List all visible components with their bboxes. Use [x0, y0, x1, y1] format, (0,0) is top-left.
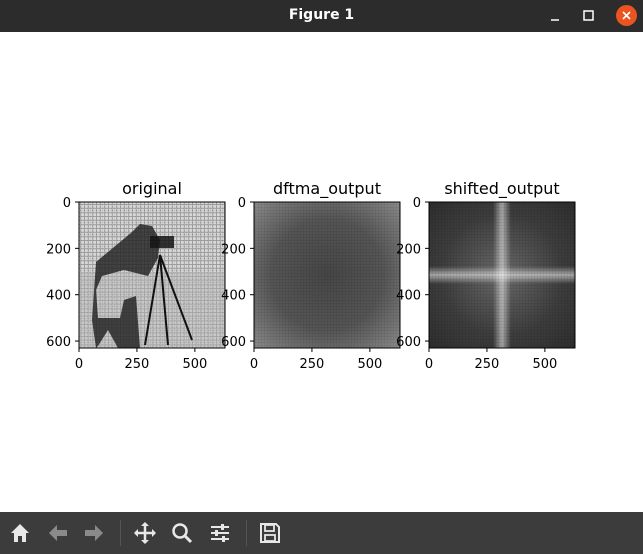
y-tick-label: 400: [396, 289, 421, 304]
forward-button[interactable]: [82, 521, 106, 545]
x-tick-label: 0: [425, 357, 433, 372]
forward-arrow-icon: [85, 525, 103, 541]
minimize-button[interactable]: [546, 6, 566, 26]
home-button[interactable]: [8, 521, 32, 545]
subplot-title-shifted: shifted_output: [444, 179, 559, 199]
y-tick-label: 200: [396, 242, 421, 257]
y-tick-label: 600: [46, 335, 71, 350]
y-tick-label: 0: [413, 196, 421, 211]
subplot-title-dftma: dftma_output: [273, 179, 381, 199]
x-tick-label: 500: [182, 357, 207, 372]
figure-svg: original dftma_output shifted_output 020…: [46, 179, 576, 372]
navigation-toolbar: [0, 512, 643, 554]
x-tick-label: 0: [75, 357, 83, 372]
subplot-shifted-output: shifted_output: [428, 179, 576, 349]
x-tick-label: 0: [250, 357, 258, 372]
x-tick-label: 250: [125, 357, 150, 372]
minimize-icon: [551, 19, 559, 21]
pan-button[interactable]: [133, 521, 157, 545]
close-icon: [622, 11, 631, 20]
figure-canvas[interactable]: original dftma_output shifted_output 0 2…: [0, 32, 643, 512]
y-tick-label: 200: [46, 242, 71, 257]
toolbar-separator: [120, 520, 121, 546]
x-tick-label: 500: [532, 357, 557, 372]
subplot-dftma-output: dftma_output: [253, 179, 401, 349]
y-tick-label: 400: [46, 289, 71, 304]
maximize-icon: [583, 10, 594, 21]
configure-subplots-icon: [211, 524, 229, 542]
x-tick-label: 250: [300, 357, 325, 372]
save-disk-icon: [260, 523, 280, 543]
home-icon: [11, 524, 29, 542]
toolbar-separator: [246, 520, 247, 546]
maximize-button[interactable]: [580, 6, 600, 26]
back-arrow-icon: [49, 525, 67, 541]
y-tick-label: 400: [221, 289, 246, 304]
y-tick-label: 0: [63, 196, 71, 211]
window-titlebar: Figure 1: [0, 0, 643, 32]
zoom-button[interactable]: [170, 521, 194, 545]
y-tick-label: 200: [221, 242, 246, 257]
y-tick-label: 600: [221, 335, 246, 350]
y-tick-label: 600: [396, 335, 421, 350]
save-button[interactable]: [258, 521, 282, 545]
zoom-magnifier-icon: [172, 523, 193, 544]
back-button[interactable]: [46, 521, 70, 545]
subplot-original: original: [78, 179, 226, 349]
close-button[interactable]: [616, 5, 637, 26]
subplot-title-original: original: [122, 179, 182, 198]
pan-move-icon: [134, 522, 156, 544]
x-tick-label: 250: [475, 357, 500, 372]
configure-subplots-button[interactable]: [208, 521, 232, 545]
y-tick-label: 0: [238, 196, 246, 211]
x-tick-label: 500: [357, 357, 382, 372]
